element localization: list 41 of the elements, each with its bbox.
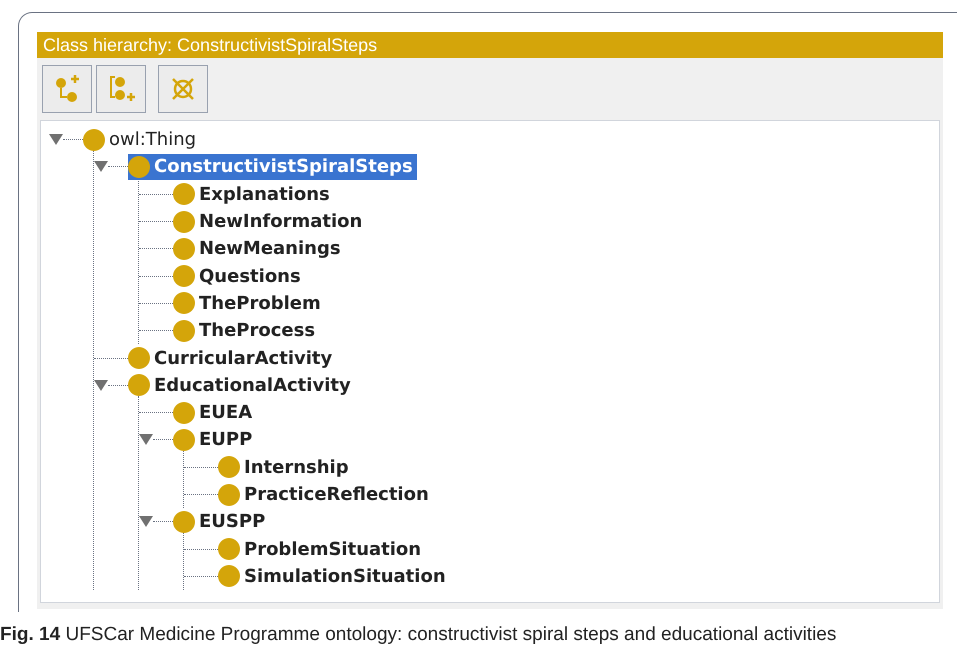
class-item[interactable]: TheProcess	[173, 318, 320, 344]
class-icon	[173, 428, 195, 451]
class-icon	[173, 183, 195, 206]
class-icon	[173, 238, 195, 260]
class-item[interactable]: ProblemSituation	[218, 536, 426, 562]
class-item[interactable]: NewMeanings	[173, 236, 345, 262]
class-item[interactable]: PracticeReflection	[218, 482, 433, 508]
class-icon	[218, 565, 240, 588]
figure-caption: Fig. 14 UFSCar Medicine Programme ontology: constructivist spiral steps and educational activities	[0, 623, 836, 647]
expand-toggle[interactable]	[139, 434, 153, 446]
class-item[interactable]: Questions	[173, 263, 305, 290]
expand-toggle[interactable]	[94, 380, 108, 391]
class-item[interactable]: SimulationSituation	[218, 563, 450, 590]
class-item[interactable]: TheProblem	[173, 290, 325, 316]
class-icon	[173, 320, 195, 342]
class-item[interactable]: NewInformation	[173, 208, 366, 235]
class-icon	[173, 402, 195, 424]
panel-title: Class hierarchy: ConstructivistSpiralSteps	[37, 32, 943, 58]
class-icon	[218, 456, 240, 478]
class-icon	[83, 128, 105, 151]
class-item[interactable]: EducationalActivity	[128, 372, 355, 398]
class-item[interactable]: EUEA	[173, 400, 256, 426]
class-icon	[128, 374, 150, 396]
class-icon	[128, 347, 150, 370]
class-icon	[173, 292, 195, 314]
class-icon	[128, 156, 150, 178]
class-item[interactable]: EUPP	[173, 426, 256, 453]
class-item[interactable]: Explanations	[173, 181, 334, 208]
class-item[interactable]: ConstructivistSpiralSteps	[128, 154, 417, 180]
class-item[interactable]: Internship	[218, 454, 353, 480]
class-icon	[173, 510, 195, 533]
expand-toggle[interactable]	[139, 516, 153, 528]
class-icon	[173, 210, 195, 233]
expand-toggle[interactable]	[94, 161, 108, 172]
class-icon	[218, 484, 240, 506]
class-icon	[173, 265, 195, 288]
class-item[interactable]: owl:Thing	[83, 126, 200, 153]
class-item[interactable]: EUSPP	[173, 508, 270, 535]
expand-toggle[interactable]	[49, 134, 63, 146]
class-item[interactable]: CurricularActivity	[128, 345, 336, 372]
class-icon	[218, 538, 240, 560]
